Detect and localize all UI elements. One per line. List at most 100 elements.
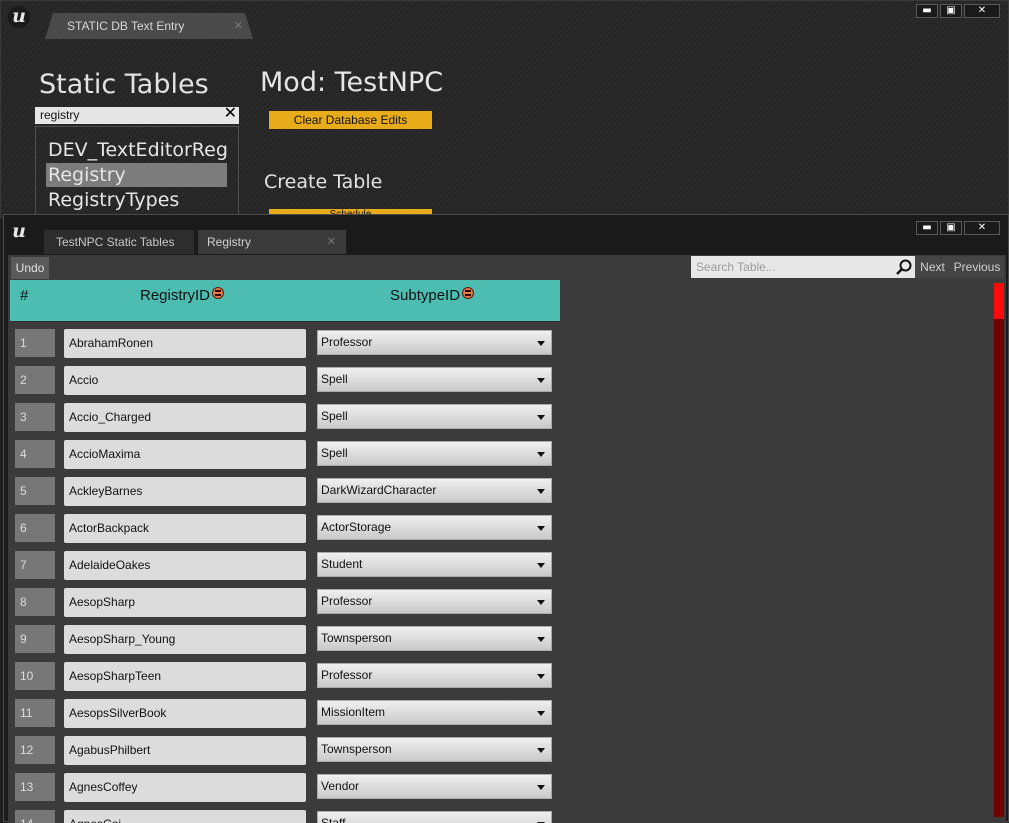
undo-button[interactable]: Undo	[11, 257, 49, 279]
registry-id-field[interactable]: Accio	[64, 366, 306, 395]
chevron-down-icon	[537, 452, 545, 457]
registry-id-field[interactable]: AdelaideOakes	[64, 551, 306, 580]
row-number: 5	[15, 477, 55, 505]
table-row: 6 ActorBackpack ActorStorage	[8, 510, 568, 547]
row-number: 11	[15, 699, 55, 727]
registry-id-field[interactable]: AckleyBarnes	[64, 477, 306, 506]
registry-id-field[interactable]: AgnesCoi...	[64, 810, 306, 823]
row-number: 6	[15, 514, 55, 542]
registry-id-field[interactable]: AesopSharpTeen	[64, 662, 306, 691]
subtype-dropdown[interactable]: Professor	[317, 663, 552, 688]
chevron-down-icon	[537, 526, 545, 531]
registry-id-field[interactable]: AesopsSilverBook	[64, 699, 306, 728]
table-row: 8 AesopSharp Professor	[8, 584, 568, 621]
subtype-dropdown[interactable]: Spell	[317, 441, 552, 466]
tab-label: Registry	[207, 235, 252, 249]
table-row: 1 AbrahamRonen Professor	[8, 325, 568, 362]
table-row: 5 AckleyBarnes DarkWizardCharacter	[8, 473, 568, 510]
search-icon[interactable]	[895, 258, 913, 276]
row-number: 10	[15, 662, 55, 690]
minimize-button[interactable]: ▬	[916, 221, 938, 235]
subtype-value: Student	[321, 557, 363, 571]
table-header: # RegistryID SubtypeID	[10, 280, 560, 322]
subtype-dropdown[interactable]: ActorStorage	[317, 515, 552, 540]
subtype-value: Townsperson	[321, 742, 392, 756]
registry-id-field[interactable]: AccioMaxima	[64, 440, 306, 469]
table-row: 7 AdelaideOakes Student	[8, 547, 568, 584]
subtype-value: Spell	[321, 446, 348, 460]
registry-id-field[interactable]: AgnesCoffey	[64, 773, 306, 802]
registry-id-field[interactable]: AgabusPhilbert	[64, 736, 306, 765]
subtype-value: Spell	[321, 372, 348, 386]
tab-registry[interactable]: Registry ✕	[198, 230, 346, 254]
registry-id-field[interactable]: ActorBackpack	[64, 514, 306, 543]
subtype-value: Professor	[321, 668, 373, 682]
static-db-window: u ▬ ▣ ✕ STATIC DB Text Entry ✕ Static Ta…	[0, 0, 1009, 219]
table-item-dev-texteditorreg[interactable]: DEV_TextEditorReg	[46, 138, 227, 162]
subtype-dropdown[interactable]: Spell	[317, 404, 552, 429]
tab-static-db-text-entry[interactable]: STATIC DB Text Entry ✕	[45, 13, 253, 39]
chevron-down-icon	[537, 600, 545, 605]
table-rows: 1 AbrahamRonen Professor 2 Accio Spell 3 Accio_…	[8, 325, 568, 823]
subtype-dropdown[interactable]: Townsperson	[317, 626, 552, 651]
subtype-dropdown[interactable]: MissionItem	[317, 700, 552, 725]
row-number: 12	[15, 736, 55, 764]
chevron-down-icon	[537, 785, 545, 790]
previous-button[interactable]: Previous	[950, 256, 1004, 278]
column-header-subtypeid[interactable]: SubtypeID	[390, 287, 475, 304]
close-button[interactable]: ✕	[964, 221, 1000, 235]
table-filter-input[interactable]: registry ✕	[35, 105, 239, 124]
close-button[interactable]: ✕	[964, 4, 1000, 18]
registry-id-field[interactable]: AesopSharp	[64, 588, 306, 617]
chevron-down-icon	[537, 711, 545, 716]
chevron-down-icon	[537, 489, 545, 494]
table-row: 11 AesopsSilverBook MissionItem	[8, 695, 568, 732]
clear-database-edits-button[interactable]: Clear Database Edits	[269, 111, 432, 129]
column-header-registryid[interactable]: RegistryID	[140, 287, 225, 304]
subtype-dropdown[interactable]: DarkWizardCharacter	[317, 478, 552, 503]
subtype-value: Spell	[321, 409, 348, 423]
row-number: 1	[15, 329, 55, 357]
table-row: 13 AgnesCoffey Vendor	[8, 769, 568, 806]
subtype-dropdown[interactable]: Spell	[317, 367, 552, 392]
table-row: 14 AgnesCoi... Staff	[8, 806, 568, 823]
maximize-button[interactable]: ▣	[940, 221, 962, 235]
mod-title: Mod: TestNPC	[260, 67, 444, 98]
chevron-down-icon	[537, 563, 545, 568]
unreal-logo-icon: u	[8, 6, 30, 28]
next-button[interactable]: Next	[915, 256, 950, 278]
subtype-dropdown[interactable]: Vendor	[317, 774, 552, 799]
registry-id-field[interactable]: AesopSharp_Young	[64, 625, 306, 654]
minimize-button[interactable]: ▬	[916, 4, 938, 18]
scrollbar-thumb[interactable]	[994, 283, 1004, 319]
close-tab-icon[interactable]: ✕	[327, 230, 336, 254]
search-table-input[interactable]: Search Table...	[691, 256, 915, 278]
row-number: 2	[15, 366, 55, 394]
filter-value: registry	[40, 108, 80, 122]
row-number: 13	[15, 773, 55, 801]
maximize-button[interactable]: ▣	[940, 4, 962, 18]
subtype-dropdown[interactable]: Townsperson	[317, 737, 552, 762]
subtype-value: Professor	[321, 594, 373, 608]
column-label: RegistryID	[140, 287, 211, 304]
static-table-list: DEV_TextEditorReg Registry RegistryTypes	[35, 126, 239, 219]
tab-testnpc-static-tables[interactable]: TestNPC Static Tables	[44, 230, 194, 254]
registry-id-field[interactable]: AbrahamRonen	[64, 329, 306, 358]
table-item-registry[interactable]: Registry	[46, 163, 227, 187]
clear-filter-icon[interactable]: ✕	[224, 105, 237, 122]
sort-icon[interactable]	[462, 287, 475, 299]
subtype-dropdown[interactable]: Professor	[317, 330, 552, 355]
subtype-dropdown[interactable]: Professor	[317, 589, 552, 614]
subtype-dropdown[interactable]: Student	[317, 552, 552, 577]
registry-id-field[interactable]: Accio_Charged	[64, 403, 306, 432]
vertical-scrollbar[interactable]	[994, 283, 1004, 817]
subtype-dropdown[interactable]: Staff	[317, 811, 552, 823]
sort-icon[interactable]	[212, 287, 225, 299]
table-item-registrytypes[interactable]: RegistryTypes	[46, 188, 227, 212]
subtype-value: Townsperson	[321, 631, 392, 645]
close-tab-icon[interactable]: ✕	[234, 13, 243, 39]
row-number: 9	[15, 625, 55, 653]
row-number: 4	[15, 440, 55, 468]
unreal-logo-icon: u	[8, 221, 30, 243]
tab-label: TestNPC Static Tables	[56, 235, 175, 249]
